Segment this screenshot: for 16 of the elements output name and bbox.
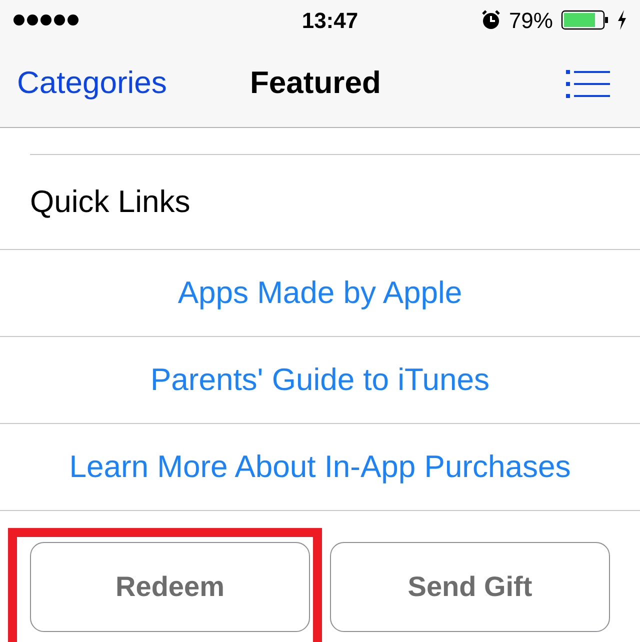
alarm-clock-icon <box>480 10 501 30</box>
status-time: 13:47 <box>302 6 358 34</box>
battery-percentage: 79% <box>508 6 553 34</box>
action-button[interactable]: Redeem <box>30 542 310 632</box>
categories-button[interactable]: Categories <box>17 60 167 107</box>
action-button[interactable]: Send Gift <box>330 542 610 632</box>
list-icon <box>566 70 610 98</box>
battery-icon <box>560 10 609 30</box>
list-menu-button[interactable] <box>566 68 610 100</box>
charging-bolt-icon <box>616 10 627 30</box>
quick-link[interactable]: Parents' Guide to iTunes <box>150 356 490 404</box>
section-title: Quick Links <box>30 182 190 221</box>
quick-link[interactable]: Learn More About In-App Purchases <box>69 444 571 490</box>
nav-title: Featured <box>250 64 381 102</box>
quick-link[interactable]: Apps Made by Apple <box>178 270 462 316</box>
signal-icon <box>13 14 79 26</box>
